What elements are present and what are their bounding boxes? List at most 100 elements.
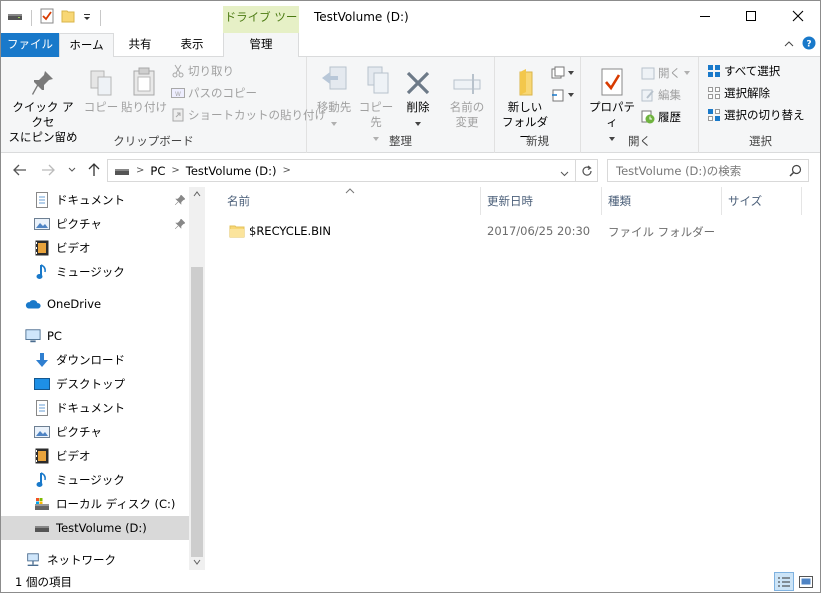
nav-item-pictures-quick[interactable]: ピクチャ xyxy=(1,212,189,236)
nav-item-videos-quick[interactable]: ビデオ xyxy=(1,236,189,260)
delete-button[interactable]: 削除 xyxy=(403,61,433,130)
properties-qat-button[interactable] xyxy=(40,8,54,27)
new-group: 新しい フォルダー 新規 xyxy=(495,57,581,153)
nav-item-network[interactable]: ネットワーク xyxy=(1,548,189,572)
clipboard-group: クイック アクセ スにピン留め コピー 貼り付け 切り取り W パスのコピー シ… xyxy=(1,57,326,153)
nav-item-pictures[interactable]: ピクチャ xyxy=(1,420,189,444)
copy-button[interactable]: コピー xyxy=(81,61,121,115)
qat-dropdown-button[interactable] xyxy=(82,11,92,25)
invert-selection-label: 選択の切り替え xyxy=(724,108,805,122)
paste-shortcut-button[interactable]: ショートカットの貼り付け xyxy=(171,105,326,125)
address-history-button[interactable] xyxy=(560,166,569,180)
nav-item-label: TestVolume (D:) xyxy=(56,521,147,535)
rename-label-1: 名前の xyxy=(449,100,485,114)
new-item-icon xyxy=(551,66,565,79)
arrow-up-icon xyxy=(88,163,100,176)
tab-share[interactable]: 共有 xyxy=(116,33,164,57)
nav-item-onedrive[interactable]: OneDrive xyxy=(1,292,189,316)
nav-item-local-disk-c[interactable]: ローカル ディスク (C:) xyxy=(1,492,189,516)
search-icon xyxy=(789,164,802,180)
ribbon-collapse-button[interactable] xyxy=(784,38,794,52)
search-input[interactable]: TestVolume (D:)の検索 xyxy=(607,159,809,182)
navigation-pane: ドキュメント ピクチャ ビデオ ミュージック OneDrive PC ダウンロー… xyxy=(1,187,205,570)
drive-tools-context-label: ドライブ ツール xyxy=(223,6,299,46)
paste-icon xyxy=(133,67,155,96)
tab-file[interactable]: ファイル xyxy=(1,33,59,57)
document-icon xyxy=(34,192,50,208)
new-item-button[interactable] xyxy=(551,63,574,83)
pin-icon xyxy=(32,71,53,95)
large-icons-view-button[interactable] xyxy=(796,572,816,591)
svg-text:?: ? xyxy=(806,40,811,50)
tab-view[interactable]: 表示 xyxy=(166,33,218,57)
chevron-down-icon xyxy=(684,71,690,75)
pin-icon xyxy=(174,194,186,208)
select-none-button[interactable]: 選択解除 xyxy=(707,83,770,103)
nav-item-desktop[interactable]: デスクトップ xyxy=(1,372,189,396)
column-header-name[interactable]: 名前 xyxy=(221,187,481,215)
nav-item-music-quick[interactable]: ミュージック xyxy=(1,260,189,284)
breadcrumb-pc[interactable]: PC xyxy=(150,164,165,178)
open-icon xyxy=(641,67,655,80)
rename-button[interactable]: 名前の 変更 xyxy=(443,61,491,130)
tab-home[interactable]: ホーム xyxy=(59,33,114,58)
nav-item-documents-quick[interactable]: ドキュメント xyxy=(1,188,189,212)
paste-shortcut-label: ショートカットの貼り付け xyxy=(188,108,326,122)
history-button[interactable]: 履歴 xyxy=(641,107,681,127)
picture-icon xyxy=(34,424,50,440)
column-header-modified[interactable]: 更新日時 xyxy=(481,187,602,215)
address-bar[interactable]: > PC > TestVolume (D:) > xyxy=(107,159,598,182)
pin-label-1: クイック アクセ xyxy=(12,100,74,129)
copy-path-button[interactable]: W パスのコピー xyxy=(171,83,257,103)
nav-item-videos[interactable]: ビデオ xyxy=(1,444,189,468)
open-group: プロパティ 開く 編集 履歴 開く xyxy=(581,57,699,153)
local-disk-icon xyxy=(34,496,50,512)
easy-access-button[interactable] xyxy=(551,85,574,105)
help-button[interactable]: ? xyxy=(802,36,816,53)
open-button[interactable]: 開く xyxy=(641,63,690,83)
nav-item-testvolume-d[interactable]: TestVolume (D:) xyxy=(1,516,189,540)
column-header-type[interactable]: 種類 xyxy=(602,187,722,215)
column-header-size[interactable]: サイズ xyxy=(722,187,802,215)
forward-button[interactable] xyxy=(39,161,57,179)
tab-manage[interactable]: 管理 xyxy=(223,33,299,58)
cut-button[interactable]: 切り取り xyxy=(171,61,234,81)
pin-icon xyxy=(174,218,186,232)
new-folder-label-1: 新しい xyxy=(507,100,543,114)
table-row[interactable]: $RECYCLE.BIN 2017/06/25 20:30 ファイル フォルダー xyxy=(221,220,817,242)
nav-item-pc[interactable]: PC xyxy=(1,324,189,348)
paste-button[interactable]: 貼り付け xyxy=(121,61,167,115)
nav-item-documents[interactable]: ドキュメント xyxy=(1,396,189,420)
nav-item-label: ローカル ディスク (C:) xyxy=(56,497,176,511)
new-folder-qat-button[interactable] xyxy=(60,8,76,27)
breadcrumb-testvolume[interactable]: TestVolume (D:) xyxy=(186,164,277,178)
back-button[interactable] xyxy=(11,161,29,179)
organize-group-label: 整理 xyxy=(389,134,412,148)
nav-scrollbar-thumb[interactable] xyxy=(191,267,203,557)
onedrive-icon xyxy=(25,296,41,312)
rename-icon xyxy=(453,74,481,94)
edit-button[interactable]: 編集 xyxy=(641,85,681,105)
minimize-button[interactable] xyxy=(682,1,728,31)
file-modified: 2017/06/25 20:30 xyxy=(487,224,591,238)
ribbon: クイック アクセ スにピン留め コピー 貼り付け 切り取り W パスのコピー シ… xyxy=(1,57,820,153)
up-button[interactable] xyxy=(85,161,103,179)
title-bar: ドライブ ツール TestVolume (D:) xyxy=(1,1,820,46)
details-view-button[interactable] xyxy=(774,572,794,591)
invert-selection-button[interactable]: 選択の切り替え xyxy=(707,105,805,125)
recent-locations-button[interactable] xyxy=(63,161,81,179)
maximize-button[interactable] xyxy=(728,1,774,31)
refresh-button[interactable] xyxy=(575,160,597,181)
close-button[interactable] xyxy=(775,1,820,31)
window-title: TestVolume (D:) xyxy=(314,10,409,24)
invert-selection-icon xyxy=(708,109,720,121)
nav-scrollbar[interactable] xyxy=(189,187,205,570)
move-to-button[interactable]: 移動先 xyxy=(313,61,355,130)
nav-item-downloads[interactable]: ダウンロード xyxy=(1,348,189,372)
item-count: 1 個の項目 xyxy=(15,575,72,589)
nav-item-music[interactable]: ミュージック xyxy=(1,468,189,492)
folder-icon xyxy=(229,223,245,242)
history-icon xyxy=(641,110,655,124)
pc-icon xyxy=(25,328,41,344)
select-all-button[interactable]: すべて選択 xyxy=(707,61,780,81)
